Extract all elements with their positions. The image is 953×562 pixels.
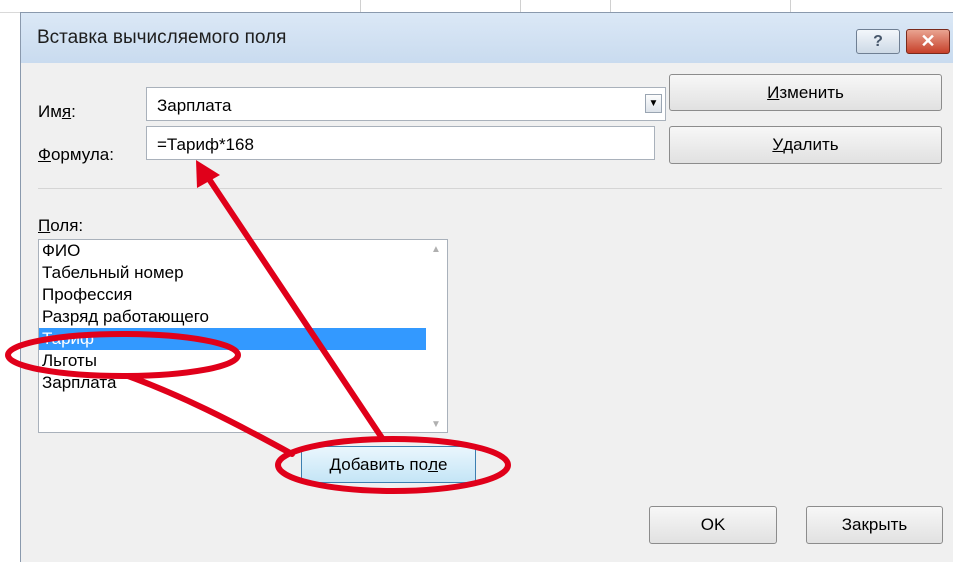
highlight-ellipse-tarif [5, 331, 241, 379]
annotation-arrow-line [125, 373, 295, 457]
annotation-arrow-line [200, 167, 385, 441]
highlight-ellipse-add-button [275, 436, 511, 494]
annotation-overlay [5, 160, 511, 494]
annotation-arrowhead [196, 160, 220, 188]
